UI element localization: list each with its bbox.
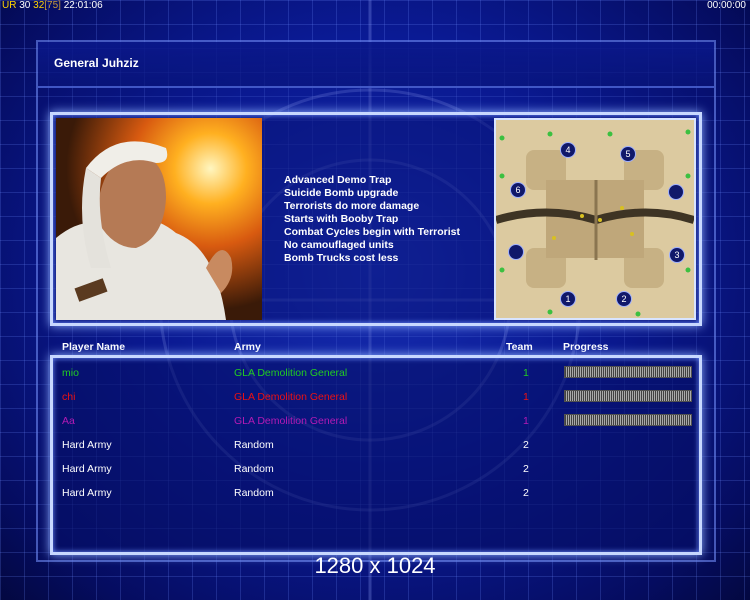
status-left: UR 30 32[75] 22:01:06 [2,0,103,11]
perk-item: No camouflaged units [284,239,394,251]
player-name: mio [62,367,79,379]
status-bar: UR 30 32[75] 22:01:06 00:00:00 [0,0,750,14]
table-row[interactable]: Hard Army Random 2 [0,487,750,507]
progress-fill [565,367,691,377]
map-start-position: 6 [510,182,526,198]
perk-item: Advanced Demo Trap [284,174,392,186]
progress-bar [564,390,692,402]
player-team: 2 [523,463,529,475]
map-start-position-empty [668,184,684,200]
general-portrait [56,118,262,320]
perk-item: Combat Cycles begin with Terrorist [284,226,461,238]
column-header-army: Army [234,341,261,353]
map-start-position: 5 [620,146,636,162]
player-team: 1 [523,367,529,379]
player-team: 2 [523,439,529,451]
table-row[interactable]: Aa GLA Demolition General 1 [0,414,750,435]
table-row[interactable]: Hard Army Random 2 [0,439,750,459]
progress-fill [565,391,691,401]
map-start-position: 2 [616,291,632,307]
player-name: chi [62,391,76,403]
table-row[interactable]: mio GLA Demolition General 1 [0,366,750,387]
player-team: 1 [523,415,529,427]
map-preview[interactable]: 1 2 3 4 5 6 [494,118,696,320]
player-team: 2 [523,487,529,499]
map-start-position: 1 [560,291,576,307]
player-team: 1 [523,391,529,403]
general-perks-list: Advanced Demo Trap Suicide Bomb upgrade … [284,174,460,265]
resolution-label: 1280 x 1024 [314,553,436,578]
column-header-player: Player Name [62,341,126,353]
perk-item: Bomb Trucks cost less [284,252,399,264]
player-army: GLA Demolition General [234,415,348,427]
progress-bar [564,366,692,378]
table-row[interactable]: Hard Army Random 2 [0,463,750,483]
player-name: Hard Army [62,487,112,499]
player-army: Random [234,439,274,451]
column-header-team: Team [506,341,533,353]
player-army: Random [234,487,274,499]
map-start-position: 4 [560,142,576,158]
perk-item: Terrorists do more damage [284,200,420,212]
progress-bar [564,414,692,426]
portrait-image [56,118,262,320]
map-start-position: 3 [669,247,685,263]
map-image [496,120,694,318]
player-army: Random [234,463,274,475]
status-clock: 00:00:00 [707,0,746,11]
player-army: GLA Demolition General [234,367,348,379]
player-name: Aa [62,415,75,427]
perk-item: Suicide Bomb upgrade [284,187,399,199]
header-bar [38,42,714,88]
perk-item: Starts with Booby Trap [284,213,399,225]
player-name: Hard Army [62,439,112,451]
progress-fill [565,415,691,425]
player-army: GLA Demolition General [234,391,348,403]
table-row[interactable]: chi GLA Demolition General 1 [0,390,750,411]
map-start-position-empty [508,244,524,260]
column-header-progress: Progress [563,341,609,353]
general-title: General Juhziz [54,56,139,70]
player-name: Hard Army [62,463,112,475]
